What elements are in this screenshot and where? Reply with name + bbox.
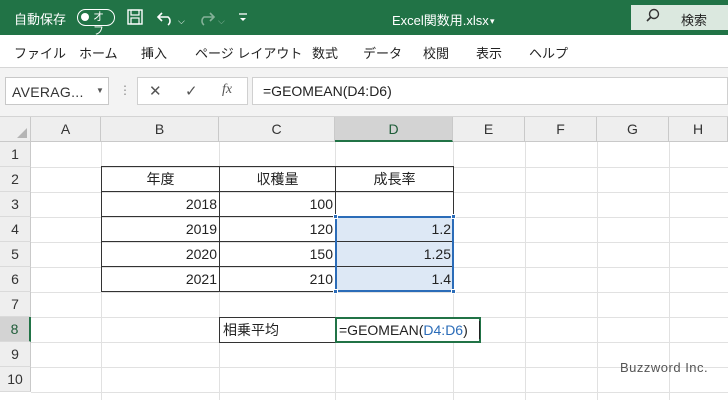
column-header-h[interactable]: H	[669, 117, 728, 142]
row-header-5[interactable]: 5	[0, 242, 31, 267]
cell-c6[interactable]: 210	[219, 266, 336, 292]
row-header-4[interactable]: 4	[0, 217, 31, 242]
formula-text: =GEOMEAN(D4:D6)	[263, 83, 392, 99]
formula-prefix: =GEOMEAN(	[339, 322, 424, 338]
column-header-a[interactable]: A	[31, 117, 101, 142]
title-dropdown-icon[interactable]: ▾	[490, 12, 495, 30]
row-header-9[interactable]: 9	[0, 342, 31, 367]
grid-line	[31, 292, 728, 293]
search-icon	[645, 8, 661, 27]
cell-c8-label[interactable]: 相乗平均	[219, 317, 336, 343]
cell-d8-editing[interactable]: =GEOMEAN(D4:D6)	[335, 317, 481, 343]
name-box[interactable]: AVERAG... ▼	[5, 77, 109, 105]
formula-input[interactable]: =GEOMEAN(D4:D6)	[252, 77, 728, 105]
row-header-3[interactable]: 3	[0, 192, 31, 217]
cell-b5[interactable]: 2020	[101, 241, 220, 267]
row-header-6[interactable]: 6	[0, 267, 31, 292]
column-header-c[interactable]: C	[219, 117, 335, 142]
column-header-f[interactable]: F	[525, 117, 597, 142]
menu-review[interactable]: 校閲	[423, 43, 449, 62]
function-icon[interactable]: fx	[222, 82, 232, 98]
autosave-toggle[interactable]: オフ	[77, 9, 115, 37]
column-header-d[interactable]: D	[335, 117, 453, 142]
undo-dropdown-icon[interactable]: ⌵	[178, 12, 185, 30]
column-header-b[interactable]: B	[101, 117, 219, 142]
menu-insert[interactable]: 挿入	[141, 43, 167, 62]
save-icon[interactable]	[126, 8, 144, 26]
menu-file[interactable]: ファイル	[14, 43, 66, 62]
redo-dropdown-icon[interactable]: ⌵	[218, 12, 225, 30]
row-header-1[interactable]: 1	[0, 142, 31, 167]
select-all-button[interactable]	[0, 117, 31, 142]
range-handle[interactable]	[333, 289, 338, 294]
grid-line	[31, 392, 728, 393]
document-title: Excel関数用.xlsx	[392, 13, 489, 28]
autosave-state: オフ	[93, 11, 104, 37]
cell-c4[interactable]: 120	[219, 216, 336, 242]
redo-icon[interactable]	[196, 8, 216, 26]
cell-c3[interactable]: 100	[219, 191, 336, 217]
grid-line	[525, 142, 526, 400]
column-header-e[interactable]: E	[453, 117, 525, 142]
cell-c5[interactable]: 150	[219, 241, 336, 267]
formula-bar-grip-icon[interactable]: ⋮	[119, 83, 131, 97]
menu-view[interactable]: 表示	[476, 43, 502, 62]
customize-icon[interactable]	[238, 8, 248, 26]
row-header-10[interactable]: 10	[0, 367, 31, 392]
menu-data[interactable]: データ	[363, 43, 402, 62]
cell-b6[interactable]: 2021	[101, 266, 220, 292]
cell-d3[interactable]	[335, 191, 454, 217]
range-handle[interactable]	[451, 214, 456, 219]
name-box-value: AVERAG...	[12, 84, 84, 100]
enter-icon[interactable]: ✓	[185, 82, 198, 100]
cell-b3[interactable]: 2018	[101, 191, 220, 217]
watermark-text: Buzzword Inc.	[620, 360, 709, 375]
cancel-icon[interactable]: ✕	[149, 82, 162, 100]
menu-home[interactable]: ホーム	[79, 43, 118, 62]
name-box-dropdown-icon[interactable]: ▼	[96, 86, 104, 95]
cell-formula: =GEOMEAN(D4:D6)	[339, 322, 468, 338]
cell-b2-header-year[interactable]: 年度	[101, 166, 220, 192]
ribbon-menu: ファイル ホーム 挿入 ページ レイアウト 数式 データ 校閲 表示 ヘルプ	[0, 35, 728, 68]
select-all-icon	[17, 128, 27, 138]
search-box[interactable]: 検索	[631, 5, 728, 30]
formula-suffix: )	[463, 322, 468, 338]
formula-reference: D4:D6	[423, 322, 464, 338]
search-label: 検索	[681, 13, 708, 28]
autosave-label: 自動保存	[14, 12, 67, 27]
text-cursor	[479, 321, 480, 339]
row-header-7[interactable]: 7	[0, 292, 31, 317]
menu-page-layout[interactable]: ページ レイアウト	[195, 43, 302, 62]
title-bar: 自動保存 オフ ⌵ ⌵ Excel関数用.xlsx ▾ 検索	[0, 0, 728, 37]
row-header-8[interactable]: 8	[0, 317, 31, 342]
menu-help[interactable]: ヘルプ	[529, 43, 568, 62]
grid-line	[597, 142, 598, 400]
row-header-2[interactable]: 2	[0, 167, 31, 192]
range-handle[interactable]	[333, 214, 338, 219]
cell-d2-header-growth[interactable]: 成長率	[335, 166, 454, 192]
undo-icon[interactable]	[156, 8, 176, 26]
column-header-g[interactable]: G	[597, 117, 669, 142]
menu-formulas[interactable]: 数式	[312, 43, 338, 62]
range-handle[interactable]	[451, 289, 456, 294]
toggle-knob	[81, 13, 89, 21]
cell-c2-header-yield[interactable]: 収穫量	[219, 166, 336, 192]
cell-b4[interactable]: 2019	[101, 216, 220, 242]
reference-range-border	[335, 216, 454, 292]
